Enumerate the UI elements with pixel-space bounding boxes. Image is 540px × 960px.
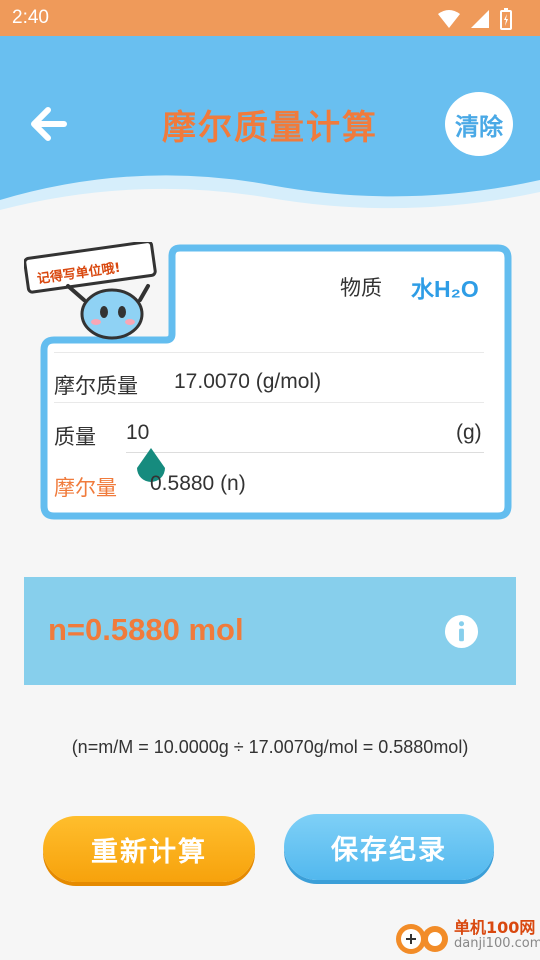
- divider: [54, 352, 484, 353]
- moles-value: 0.5880 (n): [150, 472, 246, 495]
- signal-icon: [471, 10, 489, 28]
- substance-value[interactable]: 水H₂O: [411, 270, 479, 304]
- watermark-url: danji100.com: [454, 936, 540, 951]
- save-record-button[interactable]: 保存纪录: [284, 814, 494, 880]
- watermark-title: 单机100网: [454, 918, 536, 937]
- header-wave: [0, 175, 540, 220]
- status-bar: 2:40: [0, 0, 540, 36]
- recalculate-button[interactable]: 重新计算: [43, 816, 255, 882]
- molar-mass-value: 17.0070 (g/mol): [174, 370, 322, 393]
- moles-label: 摩尔量: [54, 477, 117, 500]
- mass-unit: (g): [456, 421, 482, 444]
- divider: [54, 402, 484, 403]
- info-icon[interactable]: [444, 614, 479, 649]
- mass-label: 质量: [54, 426, 96, 449]
- clear-button[interactable]: 清除: [445, 92, 513, 156]
- battery-icon: [500, 8, 512, 30]
- molar-mass-label: 摩尔质量: [54, 375, 138, 398]
- substance-label: 物质: [340, 277, 382, 300]
- mass-input-underline: [126, 452, 484, 453]
- mascot-illustration: 记得写单位哦!: [24, 242, 157, 340]
- formula-text: (n=m/M = 10.0000g ÷ 17.0070g/mol = 0.588…: [71, 737, 469, 757]
- result-text: n=0.5880 mol: [48, 612, 244, 647]
- wifi-icon: [438, 10, 460, 28]
- status-time: 2:40: [12, 7, 49, 28]
- status-icons: [438, 8, 512, 30]
- mass-input[interactable]: 10: [126, 421, 149, 445]
